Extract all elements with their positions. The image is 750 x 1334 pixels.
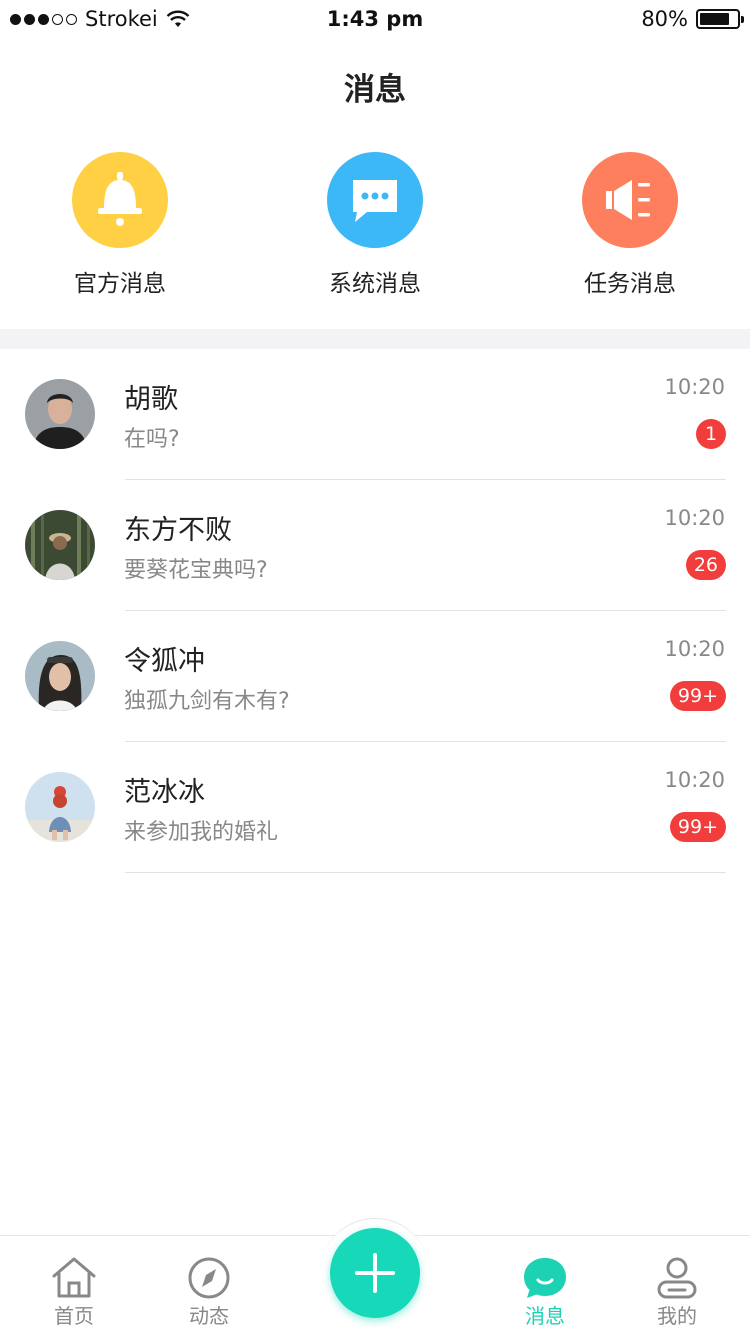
compass-icon xyxy=(188,1257,230,1299)
avatar xyxy=(25,510,95,580)
tab-feed[interactable]: 动态 xyxy=(149,1236,269,1334)
message-time: 10:20 xyxy=(664,506,725,530)
tab-label: 我的 xyxy=(657,1304,697,1328)
contact-name: 东方不败 xyxy=(124,515,232,546)
category-label: 系统消息 xyxy=(329,271,421,297)
category-label: 官方消息 xyxy=(74,271,166,297)
category-task-messages[interactable]: 任务消息 xyxy=(530,152,730,298)
status-bar: Strokei 1:43 pm 80% xyxy=(0,0,750,40)
add-button[interactable] xyxy=(330,1228,420,1318)
user-icon xyxy=(657,1257,697,1299)
category-system-messages[interactable]: 系统消息 xyxy=(275,152,475,298)
unread-badge: 99+ xyxy=(669,812,726,842)
section-divider xyxy=(0,329,750,349)
avatar xyxy=(25,379,95,449)
page-title: 消息 xyxy=(344,72,406,108)
tab-messages[interactable]: 消息 xyxy=(485,1236,605,1334)
message-preview: 来参加我的婚礼 xyxy=(124,820,279,845)
category-label: 任务消息 xyxy=(584,271,676,297)
message-list: 胡歌 在吗? 10:20 1 东方不败 要葵花宝典吗? 10:20 26 令狐冲… xyxy=(0,349,750,873)
message-row[interactable]: 令狐冲 独孤九剑有木有? 10:20 99+ xyxy=(0,611,750,742)
tab-label: 消息 xyxy=(525,1304,565,1328)
tab-label: 首页 xyxy=(54,1304,94,1328)
battery-percentage: 80% xyxy=(641,7,688,31)
speaker-icon xyxy=(582,152,678,248)
message-preview: 要葵花宝典吗? xyxy=(124,558,268,583)
battery-icon xyxy=(696,9,744,29)
status-time: 1:43 pm xyxy=(326,7,424,31)
unread-badge: 26 xyxy=(685,550,726,580)
message-row[interactable]: 东方不败 要葵花宝典吗? 10:20 26 xyxy=(0,480,750,611)
message-categories: 官方消息 系统消息 任务消息 xyxy=(0,152,750,302)
tab-profile[interactable]: 我的 xyxy=(617,1236,737,1334)
avatar xyxy=(25,772,95,842)
message-time: 10:20 xyxy=(664,768,725,792)
message-row[interactable]: 胡歌 在吗? 10:20 1 xyxy=(0,349,750,480)
tab-home[interactable]: 首页 xyxy=(14,1236,134,1334)
message-time: 10:20 xyxy=(664,375,725,399)
bell-icon xyxy=(72,152,168,248)
unread-badge: 99+ xyxy=(669,681,726,711)
status-right: 80% xyxy=(641,7,744,31)
home-icon xyxy=(52,1257,96,1298)
avatar xyxy=(25,641,95,711)
contact-name: 范冰冰 xyxy=(124,777,205,808)
message-icon xyxy=(524,1258,566,1298)
message-preview: 在吗? xyxy=(124,427,180,452)
message-row[interactable]: 范冰冰 来参加我的婚礼 10:20 99+ xyxy=(0,742,750,873)
message-time: 10:20 xyxy=(664,637,725,661)
plus-icon xyxy=(355,1253,395,1293)
category-official-messages[interactable]: 官方消息 xyxy=(20,152,220,298)
contact-name: 令狐冲 xyxy=(124,646,205,677)
contact-name: 胡歌 xyxy=(124,384,178,415)
message-preview: 独孤九剑有木有? xyxy=(124,689,290,714)
unread-badge: 1 xyxy=(696,419,726,449)
chat-bubble-icon xyxy=(327,152,423,248)
row-divider xyxy=(125,872,726,873)
tab-label: 动态 xyxy=(189,1304,229,1328)
